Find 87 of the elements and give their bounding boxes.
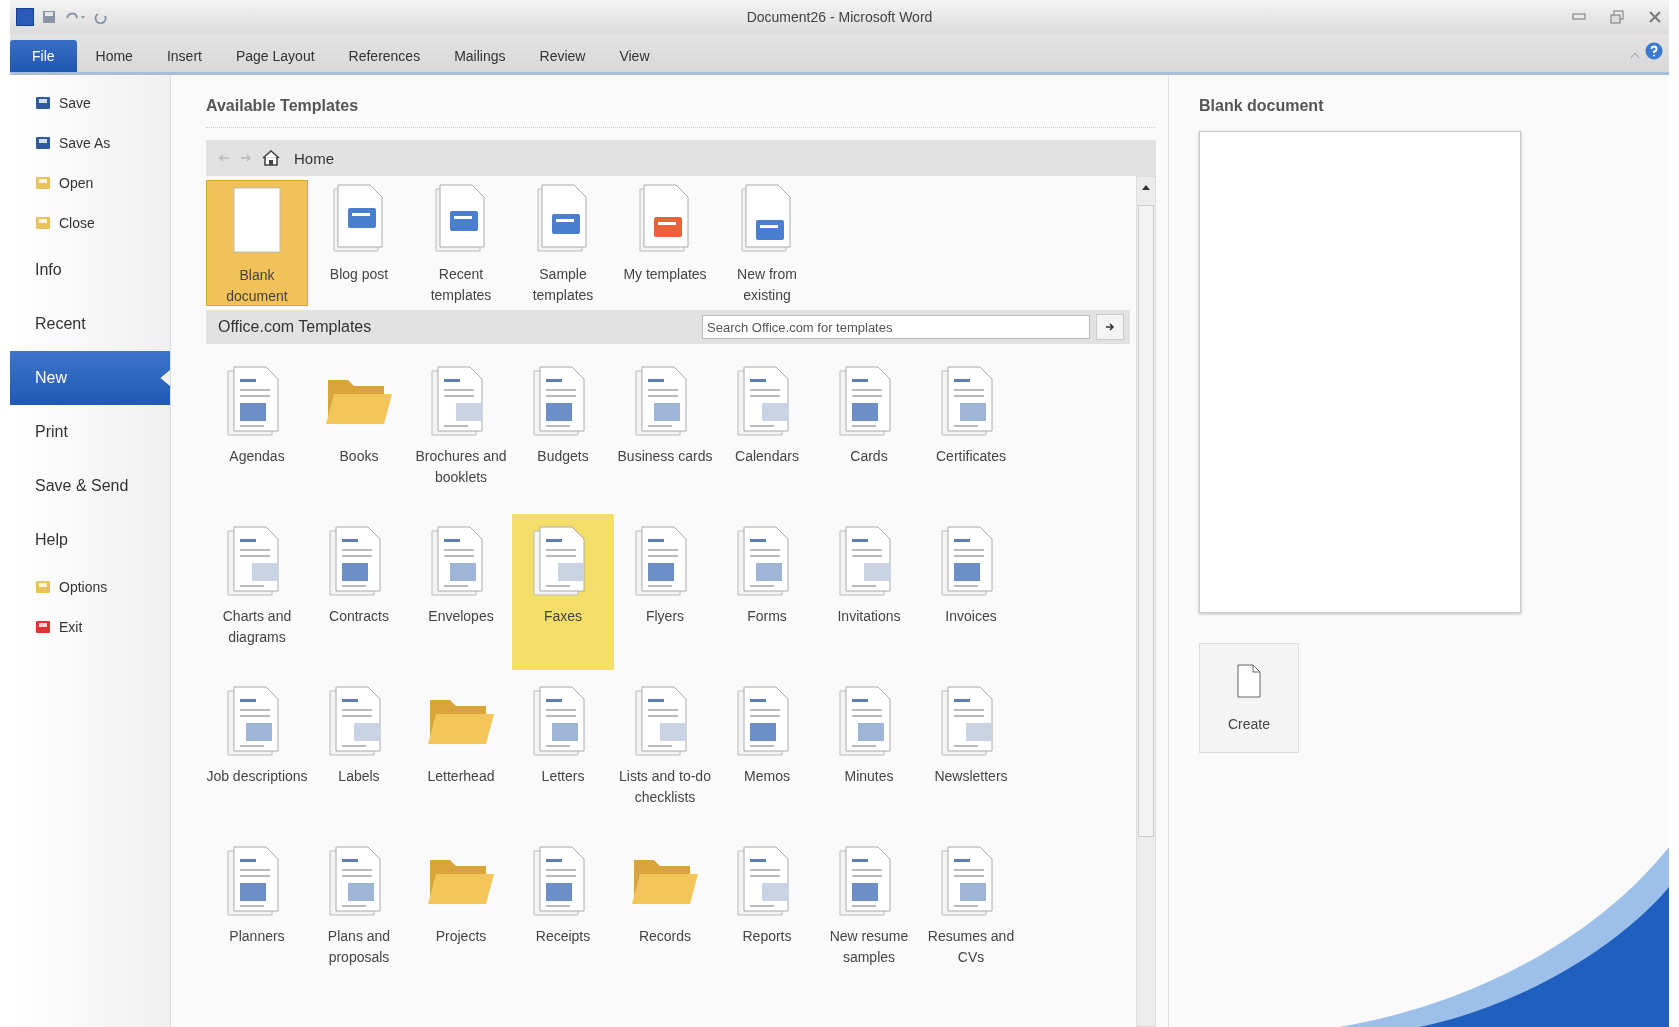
home-icon[interactable] bbox=[262, 150, 280, 166]
template-tile[interactable]: Minutes bbox=[818, 674, 920, 830]
template-tile[interactable]: Calendars bbox=[716, 354, 818, 510]
template-tile[interactable]: Letterhead bbox=[410, 674, 512, 830]
sidebar-item[interactable]: Info bbox=[10, 243, 170, 297]
template-tile[interactable]: Job descriptions bbox=[206, 674, 308, 830]
section-heading: Office.com Templates bbox=[218, 318, 373, 336]
sidebar-item[interactable]: New bbox=[10, 351, 170, 405]
document-icon bbox=[35, 619, 51, 635]
ribbon-tab[interactable]: Home bbox=[80, 40, 148, 72]
template-tile[interactable]: Planners bbox=[206, 834, 308, 990]
document-icon bbox=[35, 579, 51, 595]
sidebar-item[interactable]: Print bbox=[10, 405, 170, 459]
search-button[interactable] bbox=[1096, 314, 1124, 340]
template-tile[interactable]: Invitations bbox=[818, 514, 920, 670]
caret-icon[interactable] bbox=[1629, 50, 1641, 60]
help-icon[interactable] bbox=[1645, 42, 1663, 60]
template-tile[interactable]: Business cards bbox=[614, 354, 716, 510]
template-tile[interactable]: Flyers bbox=[614, 514, 716, 670]
document-icon bbox=[35, 95, 51, 111]
template-tile[interactable]: Receipts bbox=[512, 834, 614, 990]
template-tile[interactable]: Blank document bbox=[206, 180, 308, 306]
search-field[interactable]: Search Office.com for templates bbox=[702, 315, 1090, 339]
window-title: Document26 - Microsoft Word bbox=[746, 9, 933, 25]
ribbon-tab[interactable]: Insert bbox=[151, 40, 217, 72]
sidebar-item[interactable]: Recent bbox=[10, 297, 170, 351]
document-icon bbox=[35, 215, 51, 231]
ribbon-tab[interactable]: View bbox=[604, 40, 665, 72]
sidebar-item[interactable]: Save As bbox=[10, 123, 170, 163]
template-tile[interactable]: Letters bbox=[512, 674, 614, 830]
sidebar-item[interactable]: Save bbox=[10, 83, 170, 123]
sidebar-item[interactable]: Open bbox=[10, 163, 170, 203]
template-tile[interactable]: Charts and diagrams bbox=[206, 514, 308, 670]
back-icon[interactable] bbox=[218, 153, 230, 163]
scrollbar[interactable] bbox=[1136, 176, 1156, 1027]
document-icon bbox=[1236, 664, 1262, 698]
ribbon-tab[interactable]: Page Layout bbox=[220, 40, 330, 72]
template-tile[interactable]: Resumes and CVs bbox=[920, 834, 1022, 990]
create-button[interactable]: Create bbox=[1199, 643, 1299, 753]
forward-icon[interactable] bbox=[240, 153, 252, 163]
ribbon-tab[interactable]: Mailings bbox=[439, 40, 521, 72]
template-tile[interactable]: My templates bbox=[614, 180, 716, 306]
template-tile[interactable]: New resume samples bbox=[818, 834, 920, 990]
section-heading: Available Templates bbox=[206, 97, 1156, 128]
breadcrumb-link[interactable]: Home bbox=[294, 149, 334, 167]
template-tile[interactable]: Invoices bbox=[920, 514, 1022, 670]
ribbon-tab[interactable]: References bbox=[333, 40, 436, 72]
save-icon[interactable] bbox=[42, 10, 56, 24]
ribbon-tab[interactable]: File bbox=[10, 40, 77, 72]
template-tile[interactable]: Memos bbox=[716, 674, 818, 830]
restore-icon[interactable] bbox=[1609, 10, 1625, 24]
minimize-icon[interactable] bbox=[1571, 10, 1587, 22]
template-tile[interactable]: Recent templates bbox=[410, 180, 512, 306]
preview-title: Blank document bbox=[1199, 97, 1325, 115]
template-tile[interactable]: Blog post bbox=[308, 180, 410, 306]
sidebar-item[interactable]: Save & Send bbox=[10, 459, 170, 513]
ribbon-tab[interactable]: Review bbox=[524, 40, 601, 72]
template-tile[interactable]: Faxes bbox=[512, 514, 614, 670]
template-tile[interactable]: Books bbox=[308, 354, 410, 510]
sidebar-item[interactable]: Help bbox=[10, 513, 170, 567]
sidebar-item[interactable]: Options bbox=[10, 567, 170, 607]
sidebar-item[interactable]: Close bbox=[10, 203, 170, 243]
sidebar-item[interactable]: Exit bbox=[10, 607, 170, 647]
template-tile[interactable]: Lists and to-do checklists bbox=[614, 674, 716, 830]
template-tile[interactable]: Plans and proposals bbox=[308, 834, 410, 990]
template-tile[interactable]: Agendas bbox=[206, 354, 308, 510]
template-tile[interactable]: Certificates bbox=[920, 354, 1022, 510]
template-tile[interactable]: Contracts bbox=[308, 514, 410, 670]
redo-icon[interactable] bbox=[94, 10, 108, 24]
template-tile[interactable]: Brochures and booklets bbox=[410, 354, 512, 510]
template-tile[interactable]: New from existing bbox=[716, 180, 818, 306]
document-icon bbox=[35, 175, 51, 191]
word-logo-icon bbox=[16, 8, 34, 26]
template-tile[interactable]: Budgets bbox=[512, 354, 614, 510]
template-tile[interactable]: Forms bbox=[716, 514, 818, 670]
arrow-icon bbox=[1105, 322, 1115, 332]
template-tile[interactable]: Envelopes bbox=[410, 514, 512, 670]
template-tile[interactable]: Cards bbox=[818, 354, 920, 510]
scroll-up-icon[interactable] bbox=[1141, 183, 1151, 191]
document-icon bbox=[35, 135, 51, 151]
template-tile[interactable]: Labels bbox=[308, 674, 410, 830]
close-icon[interactable] bbox=[1647, 10, 1663, 24]
template-tile[interactable]: Sample templates bbox=[512, 180, 614, 306]
template-tile[interactable]: Reports bbox=[716, 834, 818, 990]
template-tile[interactable]: Projects bbox=[410, 834, 512, 990]
template-tile[interactable]: Newsletters bbox=[920, 674, 1022, 830]
template-tile[interactable]: Records bbox=[614, 834, 716, 990]
